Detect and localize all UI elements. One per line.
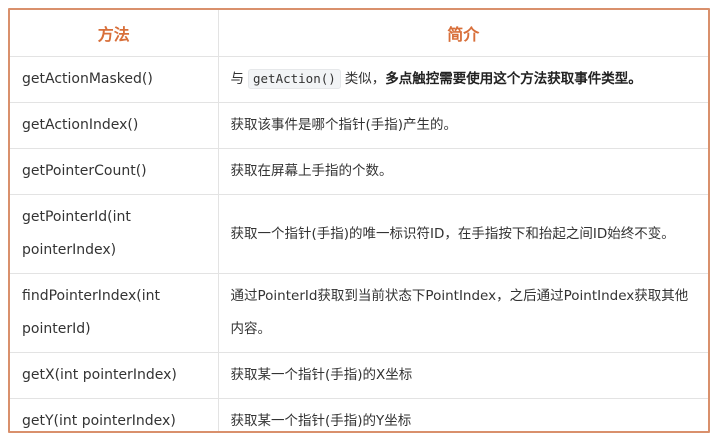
header-description: 简介 xyxy=(218,10,708,57)
table-row: getPointerCount() 获取在屏幕上手指的个数。 xyxy=(10,148,708,195)
description-prefix: 与 xyxy=(230,71,245,87)
method-cell: getPointerCount() xyxy=(10,148,219,195)
header-method: 方法 xyxy=(10,10,219,57)
method-cell: getPointerId(int pointerIndex) xyxy=(10,194,219,274)
description-cell: 与 getAction() 类似，多点触控需要使用这个方法获取事件类型。 xyxy=(218,56,708,103)
table-row: findPointerIndex(int pointerId) 通过Pointe… xyxy=(10,273,708,353)
table-row: getActionMasked() 与 getAction() 类似，多点触控需要使… xyxy=(10,56,708,103)
description-cell: 获取某一个指针(手指)的X坐标 xyxy=(218,352,708,399)
table-row: getY(int pointerIndex) 获取某一个指针(手指)的Y坐标 xyxy=(10,398,708,431)
methods-table: 方法 简介 getActionMasked() 与 getAction() 类似，多… xyxy=(10,10,708,431)
table-row: getActionIndex() 获取该事件是哪个指针(手指)产生的。 xyxy=(10,102,708,149)
table-row: getX(int pointerIndex) 获取某一个指针(手指)的X坐标 xyxy=(10,352,708,399)
method-cell: getY(int pointerIndex) xyxy=(10,398,219,431)
description-cell: 获取该事件是哪个指针(手指)产生的。 xyxy=(218,102,708,149)
description-mid: 类似， xyxy=(344,71,386,87)
table-row: getPointerId(int pointerIndex) 获取一个指针(手指… xyxy=(10,194,708,274)
description-cell: 获取某一个指针(手指)的Y坐标 xyxy=(230,413,412,429)
method-cell: getActionIndex() xyxy=(10,102,219,149)
description-cell: 获取一个指针(手指)的唯一标识符ID，在手指按下和抬起之间ID始终不变。 xyxy=(218,194,708,274)
method-cell: getX(int pointerIndex) xyxy=(10,352,219,399)
description-cell: 获取在屏幕上手指的个数。 xyxy=(218,148,708,195)
method-cell: getActionMasked() xyxy=(10,56,219,103)
method-cell: findPointerIndex(int pointerId) xyxy=(10,273,219,353)
api-methods-table: 方法 简介 getActionMasked() 与 getAction() 类似，多… xyxy=(8,8,710,433)
table-header-row: 方法 简介 xyxy=(10,10,708,57)
description-bold: 多点触控需要使用这个方法获取事件类型。 xyxy=(385,71,642,87)
inline-code: getAction() xyxy=(248,69,341,89)
description-cell: 通过PointerId获取到当前状态下PointIndex，之后通过PointI… xyxy=(218,273,708,353)
